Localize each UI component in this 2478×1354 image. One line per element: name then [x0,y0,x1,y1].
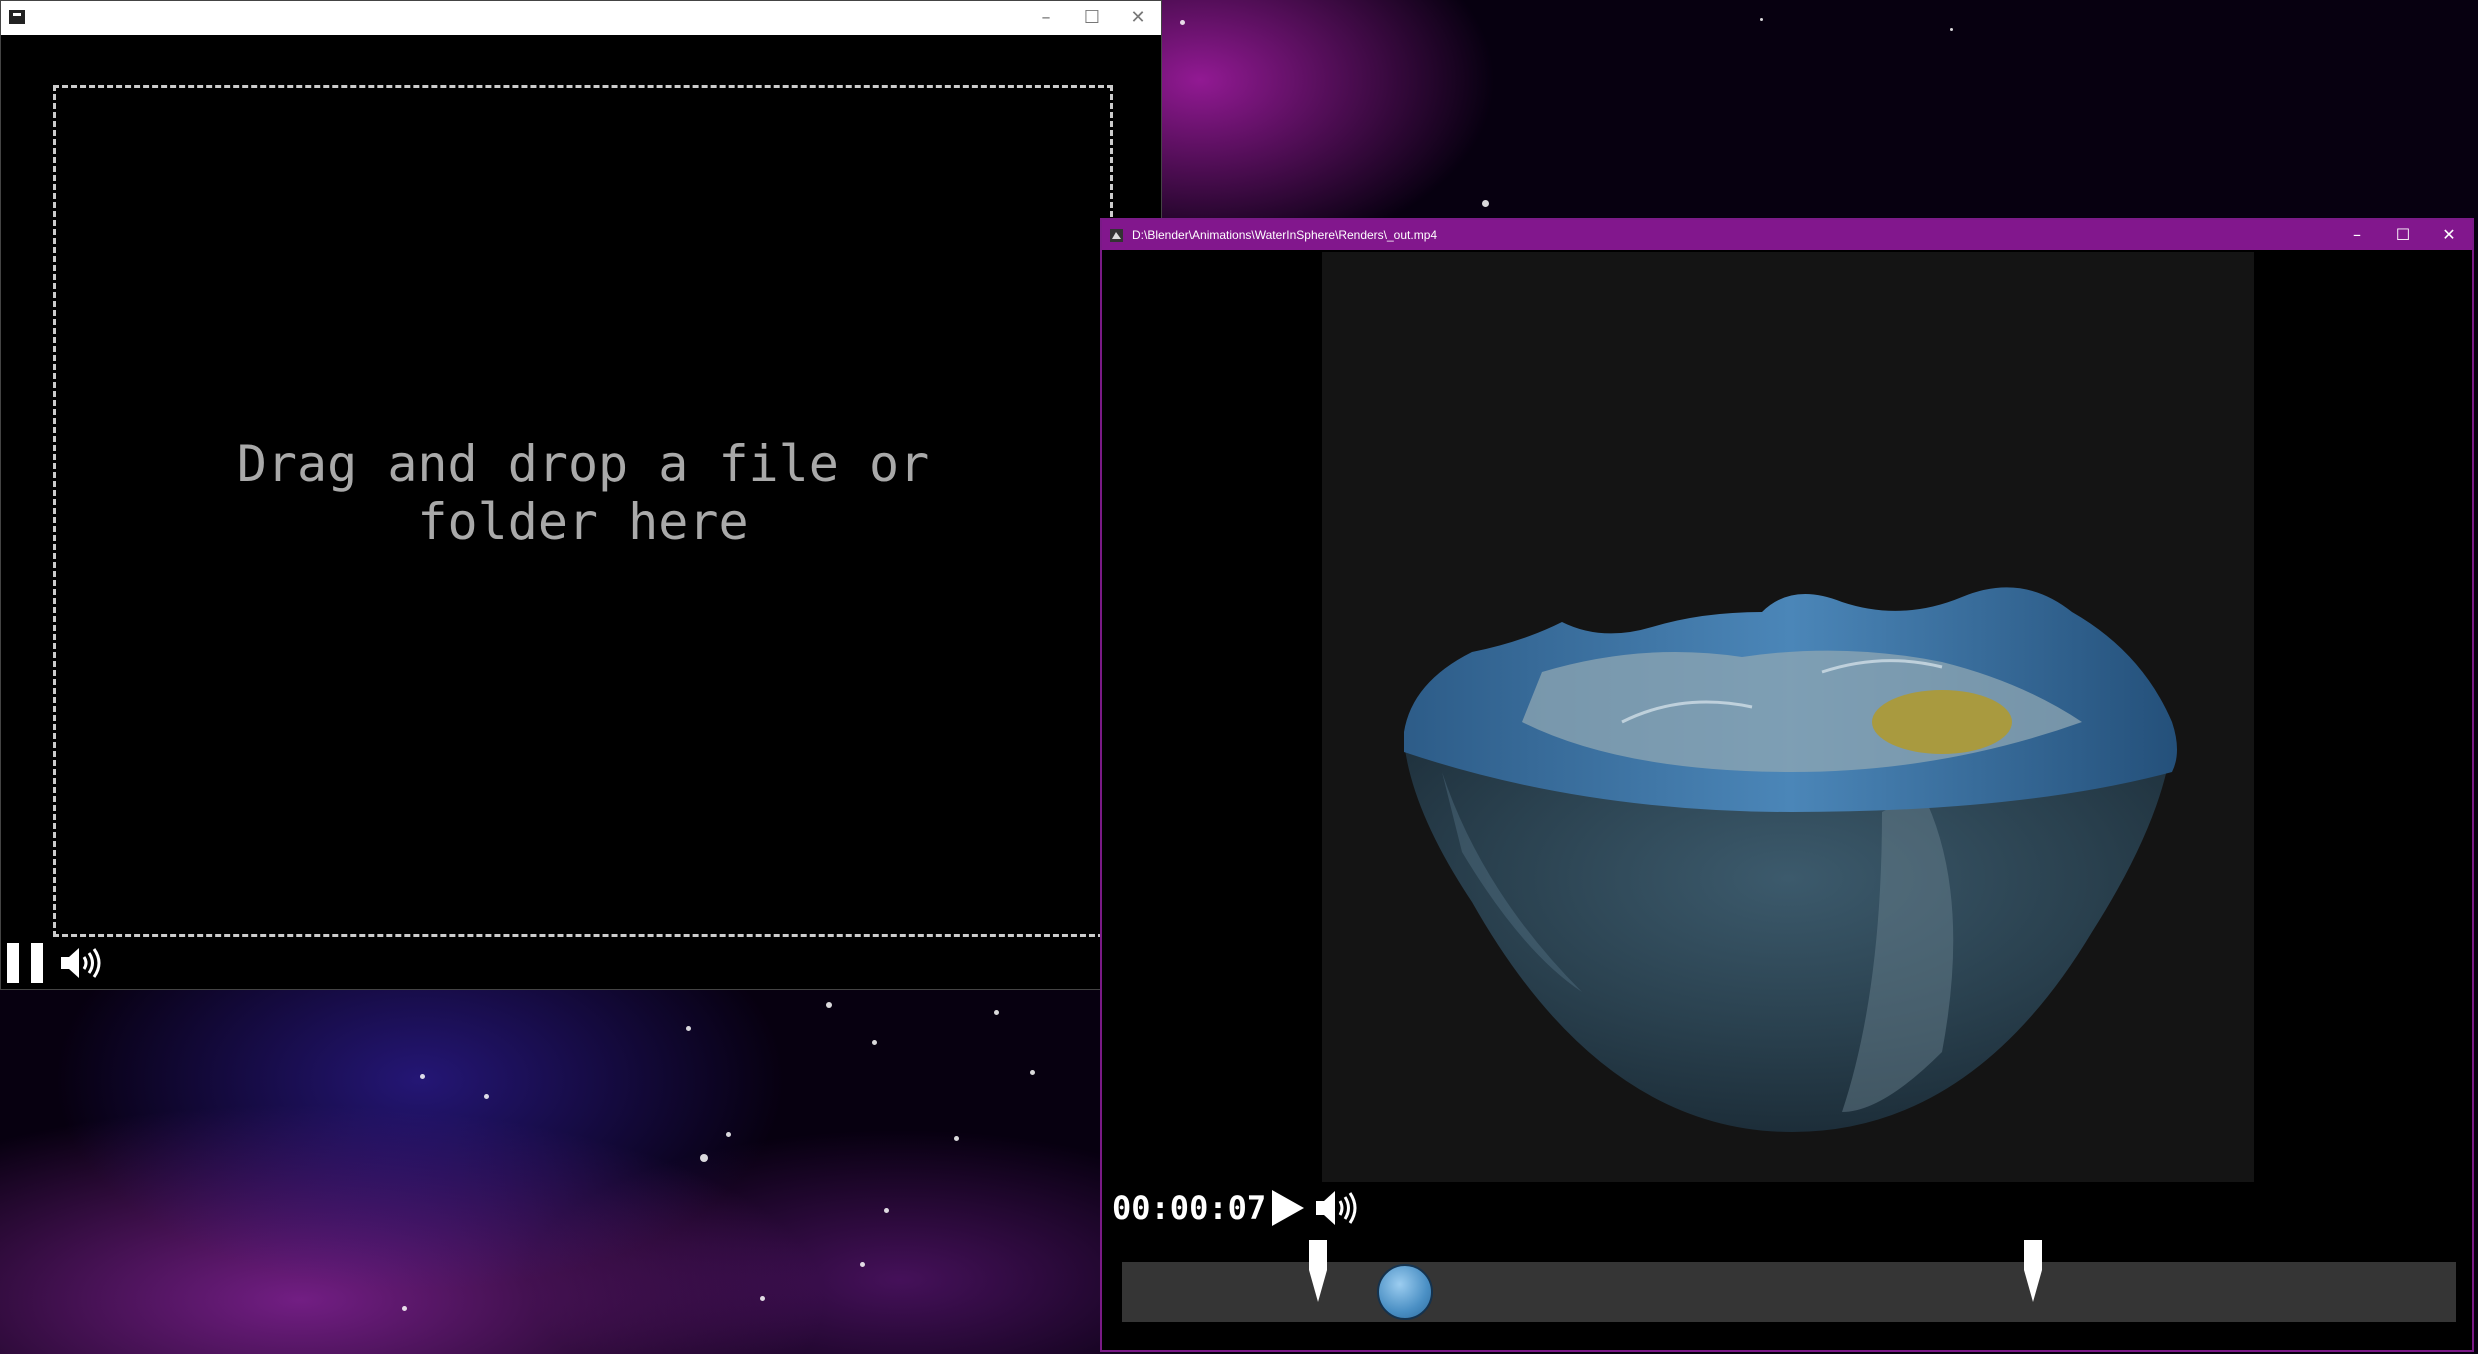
maximize-button[interactable]: ☐ [1069,1,1115,35]
close-button[interactable]: ✕ [1115,1,1161,35]
star [760,1296,765,1301]
play-icon[interactable] [1268,1186,1308,1230]
drop-zone[interactable]: Drag and drop a file or folder here [53,85,1113,937]
title-bar[interactable]: D:\Blender\Animations\WaterInSphere\Rend… [1102,220,2472,250]
star [700,1154,708,1162]
star [484,1094,489,1099]
maximize-button[interactable]: ☐ [2380,220,2426,250]
star [726,1132,731,1137]
close-button[interactable]: ✕ [2426,220,2472,250]
water-sphere-render [1404,587,2177,1132]
playback-controls [7,943,103,983]
volume-icon[interactable] [1314,1186,1360,1230]
timecode: 00:00:07 [1112,1189,1267,1227]
star [994,1010,999,1015]
in-marker-icon[interactable] [1307,1240,1329,1302]
minimize-button[interactable]: – [2334,220,2380,250]
drop-prompt: Drag and drop a file or folder here [236,435,930,551]
title-bar[interactable]: – ☐ ✕ [1,1,1161,35]
star [420,1074,425,1079]
volume-icon[interactable] [59,943,103,983]
star [402,1306,407,1311]
star [884,1208,889,1213]
star [954,1136,959,1141]
star [860,1262,865,1267]
playhead-handle[interactable] [1376,1264,1433,1320]
star [1760,18,1763,21]
app-icon [1110,229,1123,242]
video-frame[interactable] [1322,252,2254,1182]
app-icon [9,10,25,24]
star [1950,28,1953,31]
star [1030,1070,1035,1075]
star [872,1040,877,1045]
star [686,1026,691,1031]
empty-player-window: – ☐ ✕ Drag and drop a file or folder her… [0,0,1162,990]
window-title: D:\Blender\Animations\WaterInSphere\Rend… [1132,228,1438,242]
pause-icon[interactable] [7,943,43,983]
star [1180,20,1185,25]
star [1482,200,1489,207]
minimize-button[interactable]: – [1023,1,1069,35]
out-marker-icon[interactable] [2022,1240,2044,1302]
timeline-track[interactable] [1122,1240,2456,1322]
star [826,1002,832,1008]
video-player-window: D:\Blender\Animations\WaterInSphere\Rend… [1100,218,2474,1352]
